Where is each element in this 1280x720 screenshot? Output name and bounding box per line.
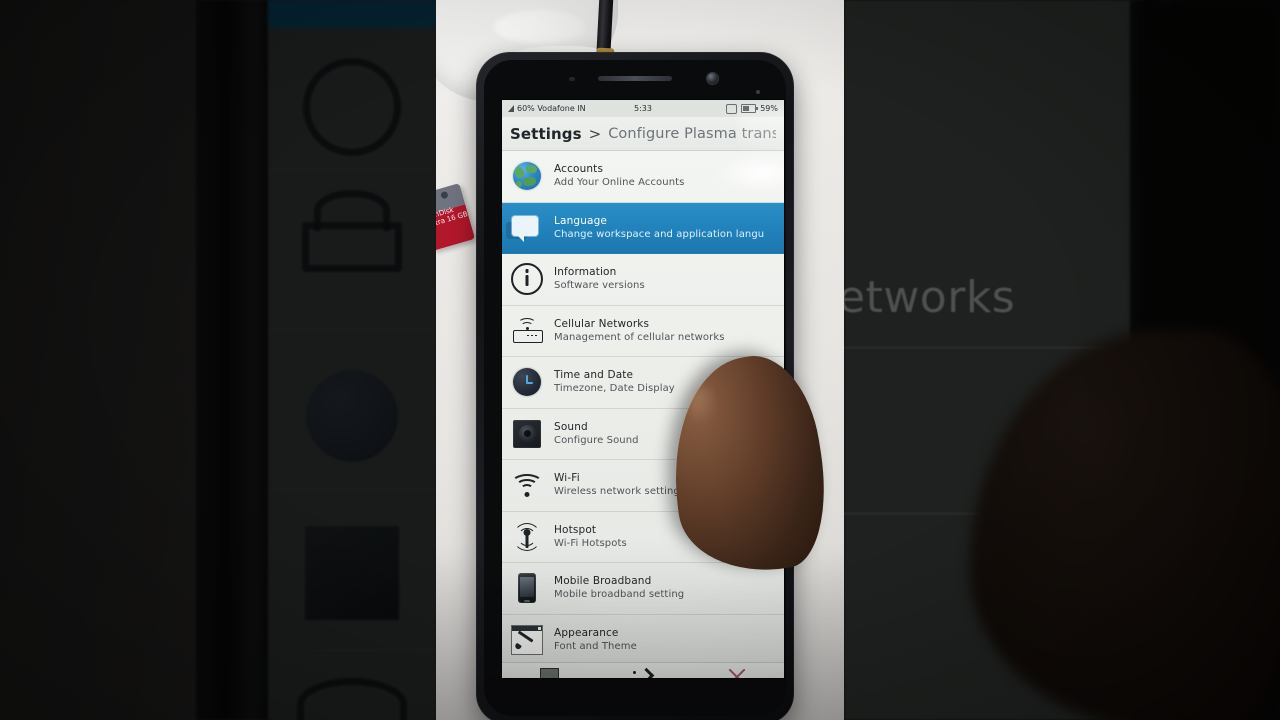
backdrop-row bbox=[268, 490, 436, 651]
backdrop-phone-bezel bbox=[196, 0, 272, 720]
status-bar-right: 59% bbox=[726, 103, 778, 114]
settings-row-language[interactable]: Language Change workspace and applicatio… bbox=[502, 202, 784, 254]
clock-icon bbox=[510, 365, 544, 399]
backdrop-screen bbox=[268, 0, 436, 720]
row-title: Cellular Networks bbox=[554, 317, 650, 330]
front-camera bbox=[707, 73, 719, 84]
clock-icon bbox=[306, 370, 398, 462]
row-title: Information bbox=[554, 266, 617, 279]
info-icon bbox=[510, 262, 544, 296]
router-arc-icon bbox=[314, 190, 390, 231]
phone-photo: SanDisk Ultra 16 GB 60% Vodafone IN 5:33… bbox=[436, 0, 844, 720]
backdrop-left-panel bbox=[0, 0, 436, 720]
row-subtitle: Configure Sound bbox=[554, 434, 639, 446]
chevron-right-icon: > bbox=[588, 124, 602, 143]
battery-label: 59% bbox=[760, 104, 778, 113]
breadcrumb-home-link[interactable]: Settings bbox=[510, 125, 582, 143]
wifi-icon bbox=[297, 678, 407, 720]
row-subtitle: Wireless network setting bbox=[554, 486, 680, 498]
row-subtitle: Change workspace and application langu bbox=[554, 228, 765, 240]
proximity-sensor bbox=[568, 77, 575, 81]
globe-icon bbox=[510, 159, 544, 193]
backdrop-row bbox=[268, 650, 436, 720]
battery-icon bbox=[741, 104, 759, 113]
router-icon bbox=[510, 314, 544, 348]
notification-icon bbox=[726, 103, 738, 114]
row-title: Hotspot bbox=[554, 523, 597, 536]
backdrop-titlebar bbox=[268, 0, 436, 28]
desk-shadow bbox=[436, 540, 844, 720]
row-subtitle: Management of cellular networks bbox=[554, 331, 725, 343]
backdrop-row bbox=[268, 30, 436, 171]
row-title: Wi-Fi bbox=[554, 472, 580, 485]
translate-icon bbox=[506, 211, 544, 245]
speaker-icon bbox=[305, 526, 399, 620]
row-subtitle: Timezone, Date Display bbox=[554, 383, 675, 395]
row-subtitle: Add Your Online Accounts bbox=[554, 177, 685, 189]
breadcrumb-current-page: Configure Plasma transla bbox=[608, 125, 776, 142]
backdrop-right-panel: etworks bbox=[844, 0, 1280, 720]
backdrop-row bbox=[268, 170, 436, 331]
screenshot-stage: etworks SanDisk Ultra 16 GB 60% Vodafone… bbox=[0, 0, 1280, 720]
info-icon bbox=[303, 58, 401, 156]
speaker-icon bbox=[510, 417, 544, 451]
row-subtitle: Software versions bbox=[554, 280, 645, 292]
settings-row-cellular-networks[interactable]: Cellular Networks Management of cellular… bbox=[502, 306, 784, 357]
status-bar: 60% Vodafone IN 5:33 59% bbox=[502, 100, 784, 117]
row-title: Accounts bbox=[554, 163, 604, 176]
plastic-bag-highlight bbox=[494, 10, 586, 44]
wifi-icon bbox=[510, 468, 544, 502]
settings-row-information[interactable]: Information Software versions bbox=[502, 254, 784, 306]
backdrop-text-fragment: etworks bbox=[844, 272, 1016, 323]
settings-row-accounts[interactable]: Accounts Add Your Online Accounts bbox=[502, 151, 784, 203]
row-title: Language bbox=[554, 214, 608, 227]
fingernail-highlight bbox=[688, 386, 718, 426]
row-title: Time and Date bbox=[554, 369, 634, 382]
breadcrumb: Settings > Configure Plasma transla bbox=[502, 117, 784, 151]
backdrop-row bbox=[268, 330, 436, 491]
notification-led bbox=[755, 90, 760, 94]
earpiece-speaker bbox=[598, 76, 672, 81]
row-title: Sound bbox=[554, 420, 588, 433]
